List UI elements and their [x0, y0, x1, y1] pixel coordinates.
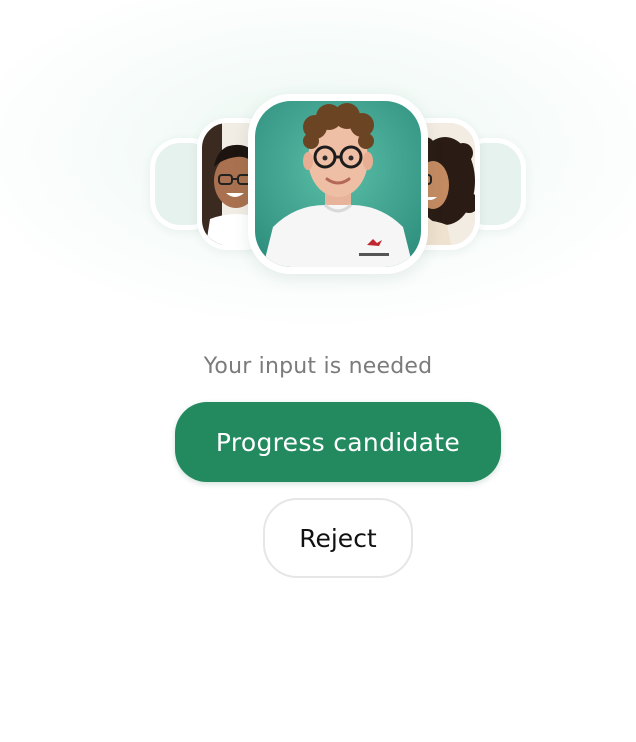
- featured-candidate-card[interactable]: [248, 94, 428, 274]
- progress-candidate-button[interactable]: Progress candidate: [175, 402, 501, 482]
- input-needed-prompt: Your input is needed: [203, 354, 433, 379]
- candidate-photo: [255, 101, 421, 267]
- reject-button[interactable]: Reject: [263, 498, 413, 578]
- featured-candidate-avatar: [255, 101, 421, 267]
- candidate-avatar-stack: [0, 0, 636, 300]
- candidate-review-panel: Your input is needed Progress candidate …: [0, 0, 636, 742]
